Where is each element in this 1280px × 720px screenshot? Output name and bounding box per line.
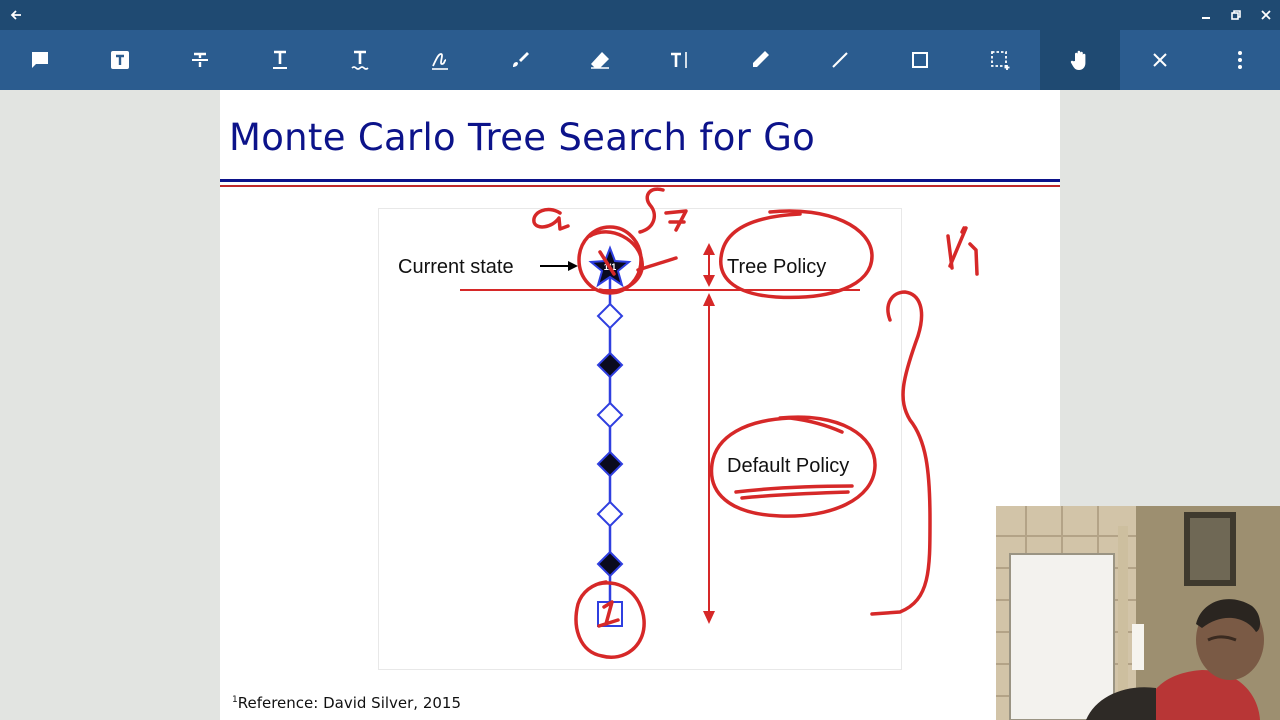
more-vert-icon[interactable] bbox=[1200, 30, 1280, 90]
free-text-icon[interactable] bbox=[640, 30, 720, 90]
annotation-toolbar bbox=[0, 30, 1280, 90]
slide-title: Monte Carlo Tree Search for Go bbox=[229, 116, 816, 159]
footnote: 1Reference: David Silver, 2015 bbox=[232, 694, 461, 712]
title-divider-blue bbox=[220, 179, 1060, 182]
window-titlebar bbox=[0, 0, 1280, 30]
squiggly-underline-icon[interactable] bbox=[320, 30, 400, 90]
close-icon[interactable] bbox=[1252, 0, 1280, 30]
rectangle-icon[interactable] bbox=[880, 30, 960, 90]
comment-icon[interactable] bbox=[0, 30, 80, 90]
strikethrough-icon[interactable] bbox=[160, 30, 240, 90]
eraser-icon[interactable] bbox=[560, 30, 640, 90]
minimize-icon[interactable] bbox=[1192, 0, 1220, 30]
signature-icon[interactable] bbox=[400, 30, 480, 90]
line-icon[interactable] bbox=[800, 30, 880, 90]
restore-icon[interactable] bbox=[1222, 0, 1250, 30]
footnote-text: Reference: David Silver, 2015 bbox=[237, 694, 462, 712]
brush-icon[interactable] bbox=[480, 30, 560, 90]
close-icon[interactable] bbox=[1120, 30, 1200, 90]
webcam-video[interactable] bbox=[996, 506, 1280, 720]
slide-page: Monte Carlo Tree Search for Go 1Referenc… bbox=[220, 90, 1060, 720]
mcts-figure bbox=[378, 208, 902, 670]
area-select-icon[interactable] bbox=[960, 30, 1040, 90]
webcam-frame bbox=[996, 506, 1280, 720]
underline-icon[interactable] bbox=[240, 30, 320, 90]
pencil-icon[interactable] bbox=[720, 30, 800, 90]
text-box-icon[interactable] bbox=[80, 30, 160, 90]
back-arrow-icon[interactable] bbox=[2, 0, 30, 30]
title-divider-red bbox=[220, 185, 1060, 187]
hand-icon[interactable] bbox=[1040, 30, 1120, 90]
